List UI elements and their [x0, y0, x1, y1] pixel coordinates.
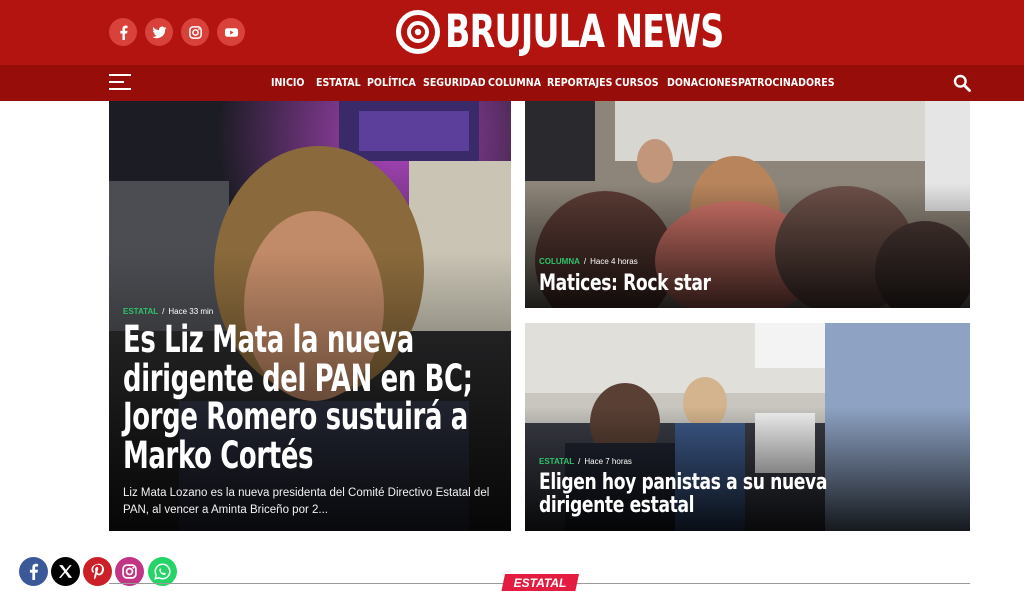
featured-story-title[interactable]: Es Liz Mata la nueva dirigente del PAN e…: [123, 318, 473, 477]
instagram-share-icon[interactable]: [115, 557, 144, 586]
x-share-icon[interactable]: [51, 557, 80, 586]
title-line: Jorge Romero sustuirá a: [123, 395, 468, 438]
search-icon[interactable]: [953, 74, 971, 92]
compass-logo-icon: [396, 10, 440, 54]
nav-item-patrocinadores[interactable]: PATROCINADORES: [738, 65, 835, 101]
title-line: dirigente estatal: [539, 493, 695, 518]
story-time: Hace 4 horas: [590, 257, 638, 266]
nav-item-seguridad[interactable]: SEGURIDAD: [423, 65, 486, 101]
nav-item-inicio[interactable]: INICIO: [271, 65, 304, 101]
facebook-share-icon[interactable]: [19, 557, 48, 586]
whatsapp-share-icon[interactable]: [148, 557, 177, 586]
story-time: Hace 7 horas: [584, 457, 632, 466]
story-card-columna[interactable]: COLUMNA / Hace 4 horas Matices: Rock star: [525, 101, 970, 308]
nav-item-donaciones[interactable]: DONACIONES: [667, 65, 738, 101]
title-line: Eligen hoy panistas a su nueva: [539, 470, 828, 495]
main-nav: INICIO ESTATAL POLÍTICA SEGURIDAD COLUMN…: [0, 65, 1024, 101]
instagram-icon[interactable]: [181, 18, 209, 46]
story-time: Hace 33 min: [168, 307, 214, 316]
story-title[interactable]: Eligen hoy panistas a su nueva dirigente…: [539, 471, 827, 517]
story-meta: ESTATAL / Hace 7 horas: [539, 457, 632, 466]
nav-item-estatal[interactable]: ESTATAL: [316, 65, 361, 101]
featured-story-card[interactable]: ESTATAL / Hace 33 min Es Liz Mata la nueva…: [109, 101, 511, 531]
youtube-icon[interactable]: [217, 18, 245, 46]
featured-story-meta: ESTATAL / Hace 33 min: [123, 307, 214, 316]
nav-item-politica[interactable]: POLÍTICA: [367, 65, 416, 101]
title-line: dirigente del PAN en BC;: [123, 356, 473, 400]
title-line: Marko Cortés: [123, 433, 314, 477]
section-heading-estatal[interactable]: ESTATAL: [503, 574, 577, 591]
story-meta: COLUMNA / Hace 4 horas: [539, 257, 638, 266]
nav-item-reportajes[interactable]: REPORTAJES: [547, 65, 612, 101]
site-brand-name: BRUJULA NEWS: [445, 5, 724, 58]
pinterest-share-icon[interactable]: [83, 557, 112, 586]
category-label[interactable]: ESTATAL: [123, 307, 158, 316]
category-label[interactable]: COLUMNA: [539, 257, 580, 266]
story-title[interactable]: Matices: Rock star: [539, 271, 711, 297]
story-card-estatal[interactable]: ESTATAL / Hace 7 horas Eligen hoy panistas…: [525, 323, 970, 531]
site-logo[interactable]: BRUJULA NEWS: [395, 9, 821, 55]
title-line: Es Liz Mata la nueva: [123, 318, 414, 361]
nav-item-columna[interactable]: COLUMNA: [488, 65, 541, 101]
category-label[interactable]: ESTATAL: [539, 457, 574, 466]
twitter-icon[interactable]: [145, 18, 173, 46]
facebook-icon[interactable]: [109, 18, 137, 46]
featured-story-excerpt: Liz Mata Lozano es la nueva presidenta d…: [123, 487, 490, 516]
nav-item-cursos[interactable]: CURSOS: [615, 65, 659, 101]
